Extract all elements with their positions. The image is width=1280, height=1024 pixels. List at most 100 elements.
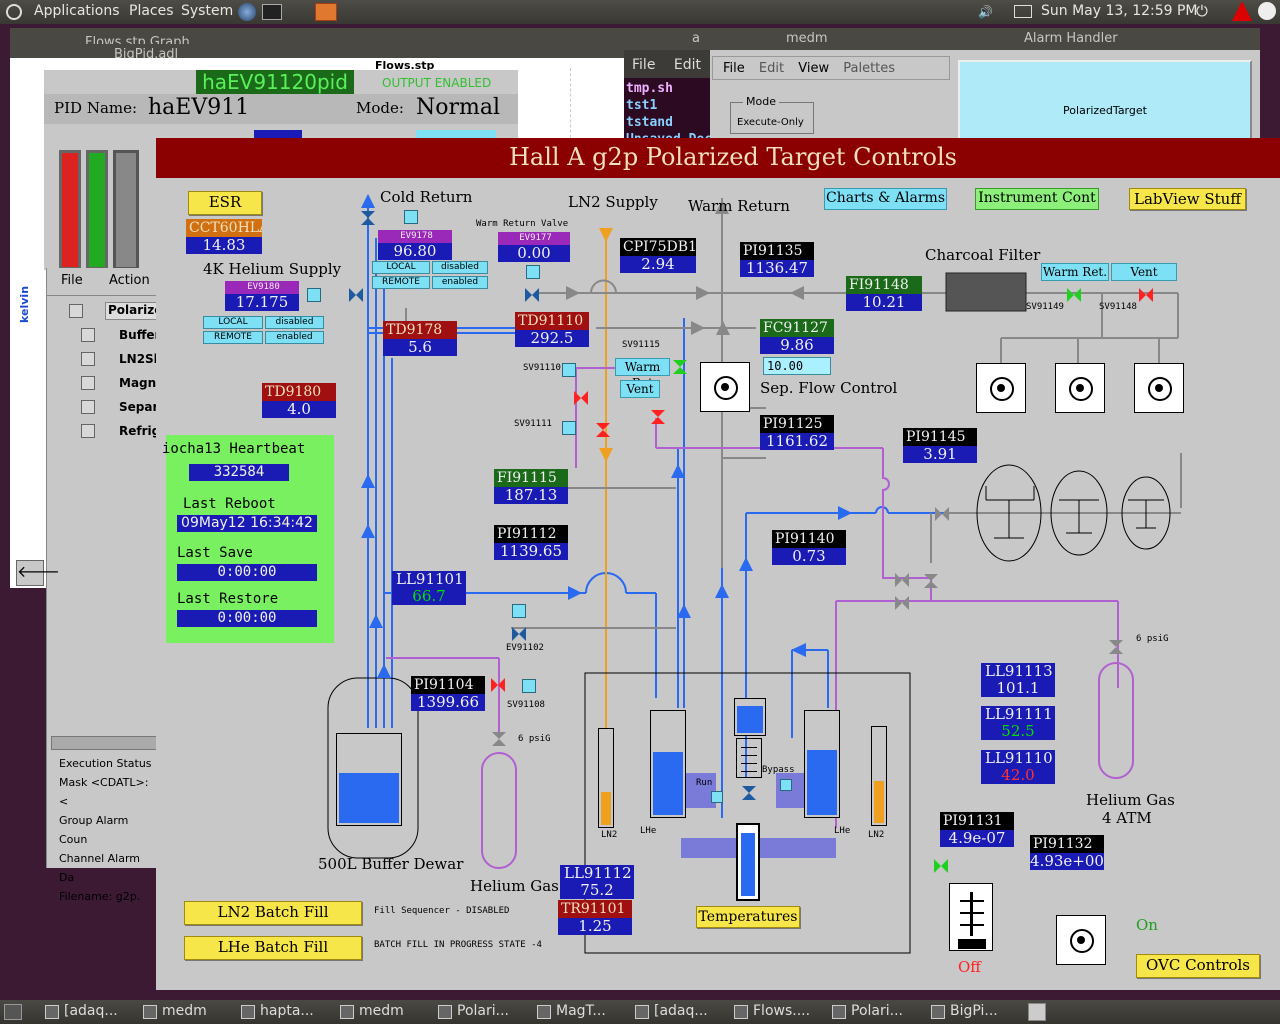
tree-item-buffer[interactable]: Buffer [119,328,160,342]
charts-alarms-button[interactable]: Charts & Alarms [824,188,947,210]
main-panel: Hall A g2p Polarized Target Controls Col… [156,138,1280,990]
browser-launcher-icon[interactable] [238,3,256,21]
medm-window-titlebar[interactable]: medm [714,28,950,50]
tree-item-refrig[interactable]: Refrig [119,424,160,438]
readout-ll91110: LL91110 42.0 [981,750,1055,784]
trash-icon[interactable] [1028,1003,1046,1021]
related-display-icon[interactable] [512,604,526,618]
applications-menu[interactable]: Applications [34,3,120,19]
grid-line [570,68,571,148]
related-display-icon[interactable] [307,288,321,302]
terminal-window-titlebar[interactable]: a [624,28,714,50]
menu-view[interactable]: View [798,61,829,76]
ovc-controls-button[interactable]: OVC Controls [1136,954,1260,978]
warm-return-sep-button[interactable]: Warm Ret [615,358,670,390]
tree-toggle[interactable] [81,352,95,366]
clock[interactable]: Sun May 13, 12:59 PM [1041,3,1198,19]
remote-button[interactable]: REMOTE [203,331,263,344]
flow-setpoint-input[interactable]: 10.00 [763,357,831,375]
esr-button[interactable]: ESR [188,191,262,215]
related-display-icon[interactable] [562,363,576,377]
menu-action[interactable]: Action [109,273,150,288]
pump-icon[interactable] [1134,363,1184,413]
user-icon[interactable] [1258,2,1276,20]
mode-label: Mode: [356,99,404,117]
pump-icon[interactable] [976,363,1026,413]
mail-icon[interactable] [1014,5,1032,18]
menu-file[interactable]: File [61,273,83,288]
show-desktop-icon[interactable] [4,1004,22,1020]
alarm-handler-window-titlebar[interactable]: Alarm Handler [950,28,1260,50]
vent-sep-button[interactable]: Vent [620,380,660,398]
pump-icon[interactable] [1056,915,1106,965]
window-icon [832,1005,846,1019]
back-arrow-icon[interactable]: 🡐 [16,560,60,586]
related-display-icon[interactable] [404,210,418,224]
menu-file[interactable]: File [723,61,745,76]
taskbar-item[interactable]: hapta... [238,1002,330,1022]
terminal-launcher-icon[interactable] [262,4,282,20]
taskbar-item[interactable]: medm [140,1002,232,1022]
scrollbar[interactable] [51,736,159,750]
folder-launcher-icon[interactable] [315,3,337,21]
pump-icon[interactable] [1055,363,1105,413]
enabled-button[interactable]: enabled [265,331,324,344]
lhe-left-level [653,752,683,815]
readout-cpi75db10: CPI75DB102.94 [620,238,696,273]
tree-item-separator[interactable]: Separ [119,400,158,414]
ev9180-mode-controls: LOCAL disabled REMOTE enabled [203,316,324,346]
run-valve-icon[interactable] [711,791,723,803]
window-icon [438,1005,452,1019]
temperatures-button[interactable]: Temperatures [696,906,800,928]
volume-icon[interactable]: 🔊 [978,5,993,19]
medm-window: File Edit View Palettes Mode Execute-Onl… [710,50,950,140]
pump-icon[interactable] [700,362,750,412]
menu-edit[interactable]: Edit [674,57,701,73]
taskbar-item[interactable]: [adaq... [42,1002,134,1022]
remote-button[interactable]: REMOTE [372,276,430,289]
valve-label: SV91108 [507,700,545,710]
readout-fc91127: FC91127 9.86 [760,319,834,354]
taskbar-item[interactable]: Flows.... [731,1002,823,1022]
terminal-icon [45,1005,59,1019]
dewar-label: LHe [640,826,657,836]
bypass-valve-icon[interactable] [780,779,792,791]
related-display-icon[interactable] [562,421,576,435]
tree-toggle[interactable] [81,400,95,414]
menu-edit[interactable]: Edit [759,61,784,76]
system-menu[interactable]: System [181,3,233,19]
ln2-batch-fill-button[interactable]: LN2 Batch Fill [184,901,362,925]
related-display-icon[interactable] [526,265,540,279]
valve-label: EV91102 [506,643,544,653]
tree-toggle[interactable] [81,376,95,390]
warm-return-open-button[interactable]: Warm Ret. [1041,263,1109,281]
menu-palettes[interactable]: Palettes [843,61,895,76]
enabled-button[interactable]: enabled [432,276,488,289]
taskbar-item[interactable]: [adaq... [632,1002,724,1022]
taskbar-item[interactable]: Polari... [435,1002,527,1022]
tree-toggle[interactable] [81,424,95,438]
instrument-control-button[interactable]: Instrument Cont [975,188,1099,210]
lhe-batch-fill-button[interactable]: LHe Batch Fill [184,936,362,960]
alert-icon[interactable] [1232,1,1252,21]
power-icon[interactable]: ⏻ [1196,2,1208,20]
turbo-pump-icon[interactable] [949,883,993,951]
places-menu[interactable]: Places [129,3,174,19]
mode-value[interactable]: Execute-Only [737,117,804,128]
tree-toggle[interactable] [69,304,83,318]
disabled-button[interactable]: disabled [265,316,324,329]
taskbar-item[interactable]: BigPi... [928,1002,1020,1022]
disabled-button[interactable]: disabled [432,261,488,274]
vent-open-button[interactable]: Vent [1111,263,1177,281]
graph-icon [734,1005,748,1019]
local-button[interactable]: LOCAL [203,316,263,329]
labview-button[interactable]: LabView Stuff [1129,188,1246,210]
menu-file[interactable]: File [632,57,655,73]
taskbar-item[interactable]: Polari... [829,1002,921,1022]
taskbar-item[interactable]: medm [337,1002,429,1022]
related-display-icon[interactable] [522,679,536,693]
tree-toggle[interactable] [81,328,95,342]
valve-label: SV91148 [1099,302,1137,312]
local-button[interactable]: LOCAL [372,261,430,274]
taskbar-item[interactable]: MagT... [534,1002,626,1022]
